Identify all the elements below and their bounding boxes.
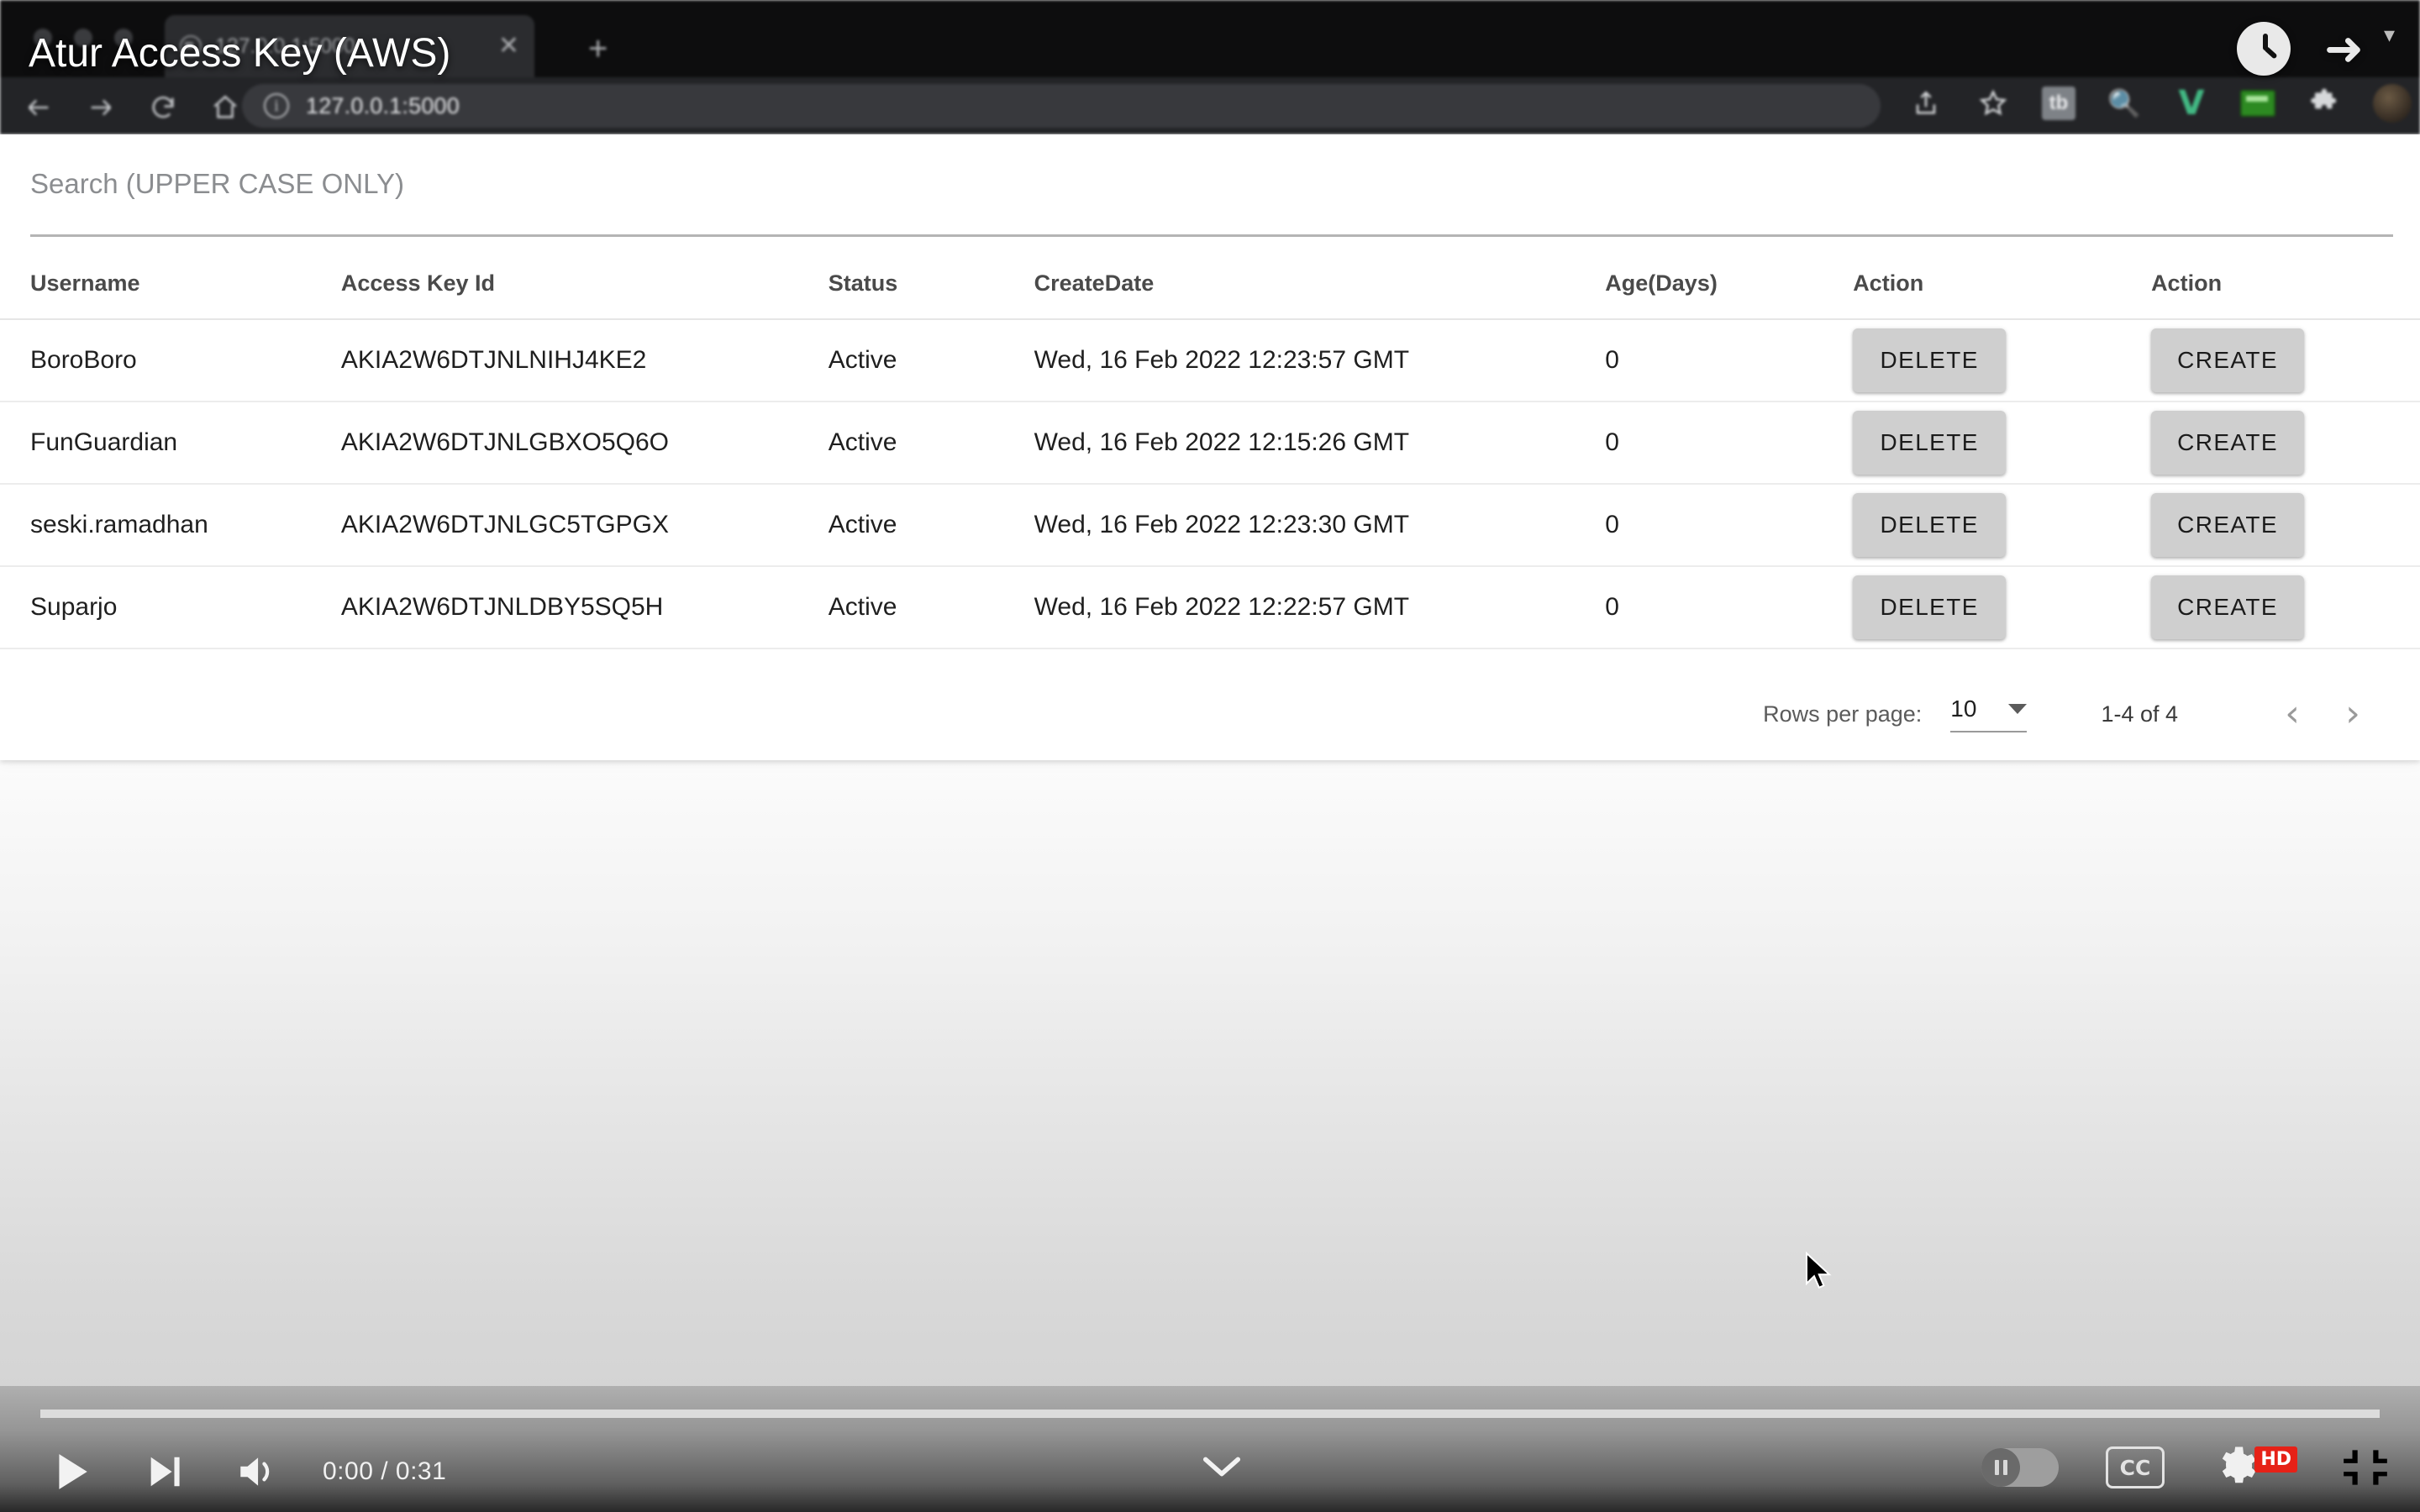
- cell-age-days: 0: [1605, 566, 1853, 648]
- chevron-down-icon[interactable]: ▾: [2384, 22, 2395, 48]
- cell-create-date: Wed, 16 Feb 2022 12:23:30 GMT: [1034, 484, 1606, 566]
- page-viewport: Username Access Key Id Status CreateDate…: [0, 134, 2420, 1386]
- cell-access-key-id: AKIA2W6DTJNLGBXO5Q6O: [341, 402, 829, 484]
- address-bar-url: 127.0.0.1:5000: [306, 93, 460, 119]
- cell-status: Active: [829, 566, 1034, 648]
- delete-button[interactable]: DELETE: [1853, 493, 2006, 557]
- video-progress-bar[interactable]: [40, 1410, 2380, 1418]
- column-header-username: Username: [0, 252, 341, 319]
- mouse-cursor: [1805, 1252, 1833, 1296]
- rows-per-page-label: Rows per page:: [1763, 701, 1922, 727]
- cell-access-key-id: AKIA2W6DTJNLGC5TGPGX: [341, 484, 829, 566]
- table-row: FunGuardian AKIA2W6DTJNLGBXO5Q6O Active …: [0, 402, 2420, 484]
- share-icon[interactable]: [1907, 85, 1944, 122]
- table-row: Suparjo AKIA2W6DTJNLDBY5SQ5H Active Wed,…: [0, 566, 2420, 648]
- share-arrow-glyph: ➜: [2324, 25, 2364, 72]
- captions-button[interactable]: CC: [2106, 1446, 2165, 1488]
- table-row: seski.ramadhan AKIA2W6DTJNLGC5TGPGX Acti…: [0, 484, 2420, 566]
- cell-create-date: Wed, 16 Feb 2022 12:23:57 GMT: [1034, 319, 1606, 402]
- navigation-buttons: [15, 91, 249, 124]
- toolbar-actions: tb 🔍 V: [1907, 84, 2420, 123]
- profile-avatar[interactable]: [2373, 84, 2412, 123]
- table-head: Username Access Key Id Status CreateDate…: [0, 252, 2420, 319]
- column-header-action-create: Action: [2151, 252, 2420, 319]
- cell-create-date: Wed, 16 Feb 2022 12:22:57 GMT: [1034, 566, 1606, 648]
- column-header-status: Status: [829, 252, 1034, 319]
- table-paginator: Rows per page: 10 1-4 of 4 ‹ ›: [0, 668, 2420, 760]
- cell-access-key-id: AKIA2W6DTJNLDBY5SQ5H: [341, 566, 829, 648]
- bookmark-star-icon[interactable]: [1975, 85, 2012, 122]
- search-underline: [30, 234, 2393, 237]
- cell-access-key-id: AKIA2W6DTJNLNIHJ4KE2: [341, 319, 829, 402]
- autoplay-pause-toggle: [1981, 1448, 2020, 1487]
- create-button[interactable]: CREATE: [2151, 411, 2304, 475]
- tubebuddy-extension-icon[interactable]: tb: [2042, 87, 2075, 120]
- close-icon[interactable]: ✕: [498, 34, 519, 59]
- cell-status: Active: [829, 319, 1034, 402]
- magnifier-extension-icon[interactable]: 🔍: [2106, 85, 2143, 122]
- video-title: Atur Access Key (AWS): [29, 30, 450, 76]
- rows-per-page-value: 10: [1950, 696, 1976, 722]
- create-button[interactable]: CREATE: [2151, 575, 2304, 639]
- chevron-down-icon[interactable]: [1200, 1446, 1244, 1485]
- search-input[interactable]: [30, 153, 2393, 215]
- cell-status: Active: [829, 402, 1034, 484]
- cell-username: seski.ramadhan: [0, 484, 341, 566]
- green-extension-icon[interactable]: [2240, 90, 2275, 117]
- arrow-right-icon[interactable]: [77, 91, 124, 124]
- video-controls-right: CC HD: [1981, 1441, 2391, 1494]
- extensions-puzzle-icon[interactable]: [2306, 85, 2343, 122]
- cell-username: FunGuardian: [0, 402, 341, 484]
- cell-age-days: 0: [1605, 484, 1853, 566]
- share-arrow-icon[interactable]: ➜ ▾: [2324, 22, 2391, 76]
- exit-fullscreen-icon[interactable]: [2339, 1441, 2391, 1494]
- cell-username: BoroBoro: [0, 319, 341, 402]
- gear-icon: [2212, 1443, 2257, 1496]
- rows-per-page-select[interactable]: 10: [1950, 696, 2027, 732]
- delete-button[interactable]: DELETE: [1853, 328, 2006, 392]
- video-controls-bar: 0:00 / 0:31 CC HD: [0, 1386, 2420, 1512]
- create-button[interactable]: CREATE: [2151, 493, 2304, 557]
- column-header-access-key-id: Access Key Id: [341, 252, 829, 319]
- arrow-left-icon[interactable]: [15, 91, 62, 124]
- address-bar[interactable]: i 127.0.0.1:5000: [242, 84, 1881, 128]
- play-icon[interactable]: [25, 1441, 118, 1502]
- volume-on-icon[interactable]: [210, 1441, 302, 1502]
- table-body: BoroBoro AKIA2W6DTJNLNIHJ4KE2 Active Wed…: [0, 319, 2420, 648]
- table-row: BoroBoro AKIA2W6DTJNLNIHJ4KE2 Active Wed…: [0, 319, 2420, 402]
- table-header-row: Username Access Key Id Status CreateDate…: [0, 252, 2420, 319]
- video-time-display: 0:00 / 0:31: [323, 1457, 446, 1486]
- pagination-range: 1-4 of 4: [2101, 701, 2178, 727]
- cell-status: Active: [829, 484, 1034, 566]
- next-track-icon[interactable]: [118, 1441, 210, 1502]
- column-header-age-days: Age(Days): [1605, 252, 1853, 319]
- settings-button[interactable]: HD: [2212, 1441, 2292, 1494]
- clock-icon[interactable]: [2237, 22, 2291, 76]
- quality-hd-badge: HD: [2254, 1446, 2297, 1473]
- vuejs-devtools-extension-icon[interactable]: V: [2173, 85, 2210, 122]
- chevron-down-icon: [2008, 704, 2027, 714]
- screen-root: 127.0.0.1:5000 ✕ + i 127.0.0.1:5000: [0, 0, 2420, 1512]
- delete-button[interactable]: DELETE: [1853, 411, 2006, 475]
- cell-age-days: 0: [1605, 402, 1853, 484]
- access-key-card: Username Access Key Id Status CreateDate…: [0, 134, 2420, 760]
- search-row: [30, 153, 2393, 237]
- column-header-createdate: CreateDate: [1034, 252, 1606, 319]
- cell-age-days: 0: [1605, 319, 1853, 402]
- info-circle-icon[interactable]: i: [264, 93, 289, 118]
- delete-button[interactable]: DELETE: [1853, 575, 2006, 639]
- column-header-action-delete: Action: [1853, 252, 2151, 319]
- chevron-right-icon[interactable]: ›: [2323, 696, 2383, 732]
- access-keys-table: Username Access Key Id Status CreateDate…: [0, 252, 2420, 649]
- video-top-right-controls: ➜ ▾: [2237, 22, 2391, 76]
- create-button[interactable]: CREATE: [2151, 328, 2304, 392]
- chevron-left-icon[interactable]: ‹: [2262, 696, 2323, 732]
- reload-icon[interactable]: [139, 91, 187, 124]
- cell-create-date: Wed, 16 Feb 2022 12:15:26 GMT: [1034, 402, 1606, 484]
- autoplay-toggle[interactable]: [1981, 1448, 2059, 1487]
- plus-icon[interactable]: +: [588, 32, 608, 66]
- video-controls-left: 0:00 / 0:31: [25, 1441, 446, 1502]
- cell-username: Suparjo: [0, 566, 341, 648]
